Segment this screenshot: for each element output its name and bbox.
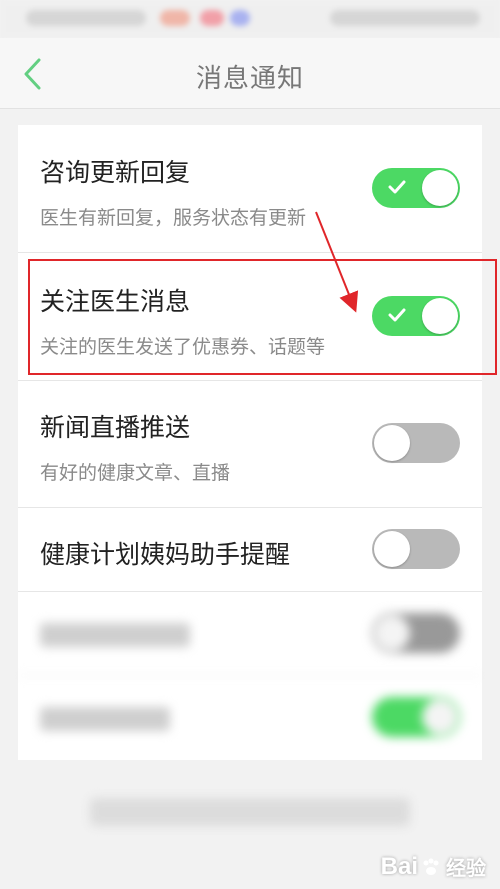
nav-header: 消息通知 [0, 38, 500, 109]
paw-icon [423, 858, 439, 875]
setting-title: 健康计划姨妈助手提醒 [40, 540, 291, 569]
checkmark-icon [388, 180, 406, 194]
health-plan-toggle[interactable] [372, 529, 460, 569]
setting-row-health-plan: 健康计划姨妈助手提醒 [18, 507, 482, 592]
setting-row-news-live: 新闻直播推送 有好的健康文章、直播 [18, 380, 482, 508]
watermark-word: 经验 [446, 858, 486, 880]
toggle-knob [374, 531, 410, 567]
news-live-toggle[interactable] [372, 423, 460, 463]
baidu-jingyan-watermark: Bai 经验 [381, 852, 486, 881]
watermark-brand: Bai [380, 852, 418, 880]
setting-row-followed-doctor: 关注医生消息 关注的医生发送了优惠券、话题等 [18, 252, 482, 381]
checkmark-icon [388, 308, 406, 322]
setting-subtitle: 有好的健康文章、直播 [40, 462, 231, 484]
toggle-knob [422, 298, 458, 334]
setting-title: 新闻直播推送 [40, 413, 191, 442]
setting-subtitle: 关注的医生发送了优惠券、话题等 [40, 336, 326, 358]
setting-row-consult-reply: 咨询更新回复 医生有新回复，服务状态有更新 [18, 125, 482, 253]
status-bar [0, 0, 500, 38]
toggle-knob [374, 425, 410, 461]
page-title: 消息通知 [195, 64, 304, 94]
settings-list: 咨询更新回复 医生有新回复，服务状态有更新 关注医生消息 关注的医生发送了优惠券… [18, 125, 482, 760]
setting-subtitle: 医生有新回复，服务状态有更新 [40, 207, 307, 229]
footer-text-blurred [90, 798, 410, 826]
consult-reply-toggle[interactable] [372, 168, 460, 208]
setting-row-blurred [18, 591, 482, 676]
setting-title: 咨询更新回复 [40, 158, 191, 187]
followed-doctor-toggle[interactable] [372, 296, 460, 336]
toggle-knob [422, 170, 458, 206]
setting-row-blurred [18, 675, 482, 760]
setting-title: 关注医生消息 [40, 287, 191, 316]
